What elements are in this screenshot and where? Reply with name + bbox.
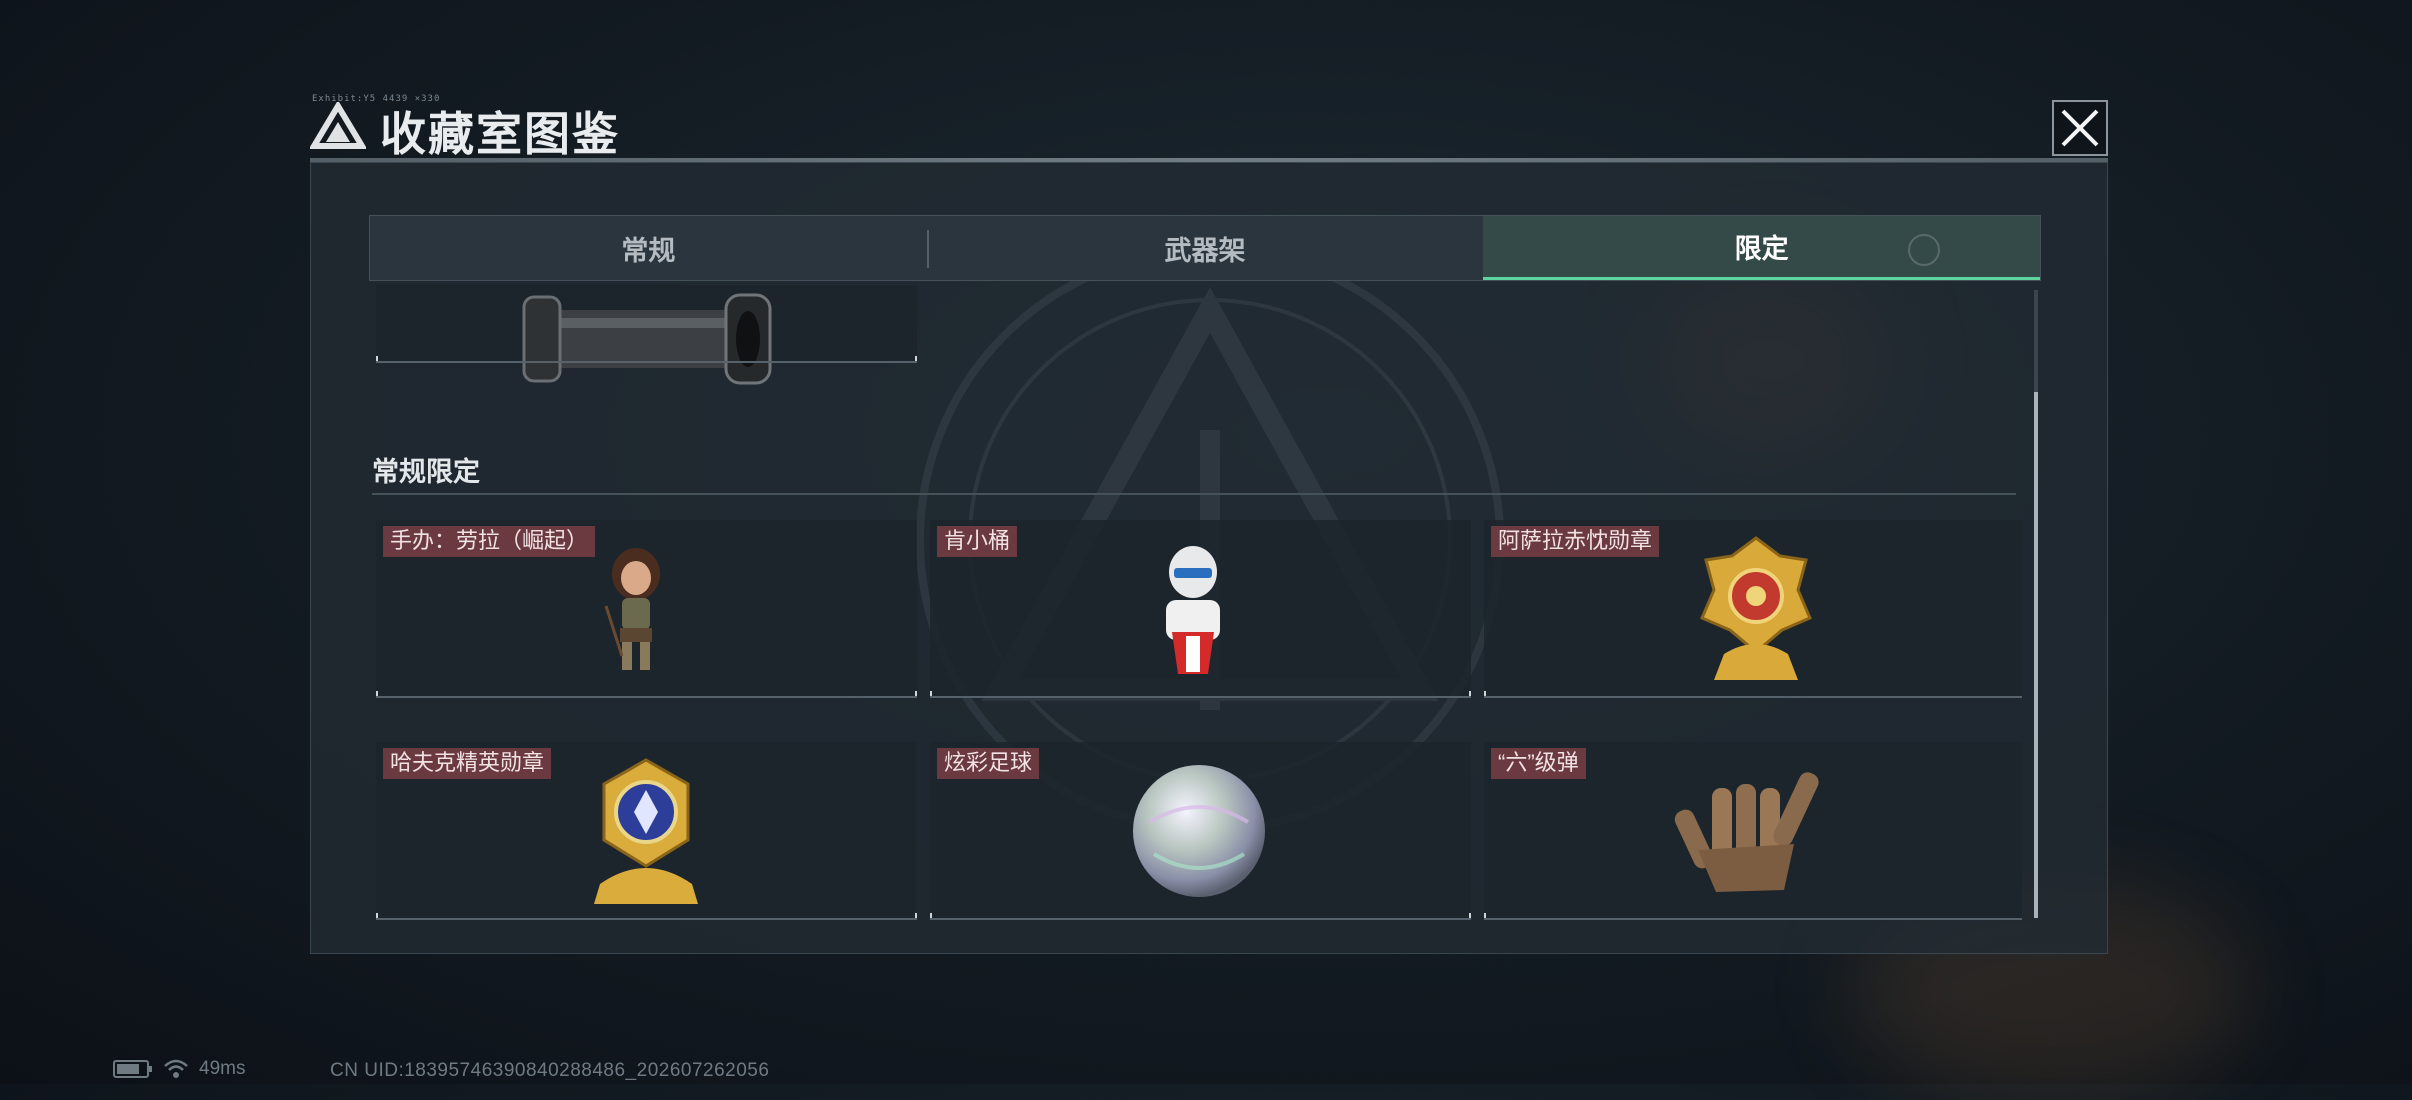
card-corner bbox=[376, 913, 383, 920]
ping-value: 49ms bbox=[199, 1058, 246, 1079]
window-title: 收藏室图鉴 bbox=[380, 108, 620, 160]
status-bar: 49ms bbox=[113, 1058, 245, 1080]
close-icon bbox=[2061, 109, 2099, 147]
collection-item-card[interactable]: 肯小桶 bbox=[930, 520, 1471, 698]
tab-weapon-rack[interactable]: 武器架 bbox=[926, 216, 1484, 280]
collection-item-card[interactable]: 手办：劳拉（崛起） bbox=[376, 520, 917, 698]
collection-item-card[interactable] bbox=[376, 285, 917, 385]
elite-badge-icon bbox=[594, 758, 698, 904]
scrollbar-thumb[interactable] bbox=[2034, 392, 2038, 918]
section-title: 常规限定 bbox=[372, 457, 480, 487]
collection-item-card[interactable]: 阿萨拉赤忱勋章 bbox=[1484, 520, 2022, 698]
item-label: 肯小桶 bbox=[937, 526, 1018, 557]
tab-label: 武器架 bbox=[1164, 235, 1246, 266]
item-label: 阿萨拉赤忱勋章 bbox=[1491, 526, 1660, 557]
player-uid: CN UID:18395746390840288486_202607262056 bbox=[330, 1060, 770, 1081]
card-corner bbox=[376, 356, 383, 363]
card-corner bbox=[376, 691, 383, 698]
card-corner bbox=[1484, 913, 1491, 920]
lara-figure-icon bbox=[604, 548, 660, 670]
card-corner bbox=[2018, 913, 2022, 920]
collection-scroll-area[interactable]: 常规限定 手办：劳拉（崛起） 肯小桶 阿萨拉赤忱勋章 哈夫克精英勋章 炫彩足球 … bbox=[372, 285, 2022, 920]
card-corner bbox=[910, 356, 917, 363]
tab-bar: 常规 武器架 限定 bbox=[369, 215, 2041, 281]
card-corner bbox=[1484, 691, 1491, 698]
tab-limited[interactable]: 限定 bbox=[1483, 216, 2041, 280]
close-button[interactable] bbox=[2052, 100, 2108, 156]
colonel-bucket-icon bbox=[1166, 546, 1220, 674]
card-corner bbox=[2018, 691, 2022, 698]
card-corner bbox=[930, 691, 937, 698]
card-corner bbox=[1464, 691, 1471, 698]
section-divider bbox=[372, 493, 2016, 495]
gold-medal-icon bbox=[1700, 536, 1812, 680]
item-label: “六”级弹 bbox=[1491, 748, 1586, 779]
cylinder-part-icon bbox=[522, 293, 772, 385]
card-corner bbox=[910, 691, 917, 698]
collection-item-card[interactable]: 炫彩足球 bbox=[930, 742, 1471, 920]
tab-regular[interactable]: 常规 bbox=[370, 216, 927, 280]
tab-label: 限定 bbox=[1734, 234, 1789, 264]
collection-item-card[interactable]: 哈夫克精英勋章 bbox=[376, 742, 917, 920]
battery-icon bbox=[113, 1060, 152, 1078]
bullet-hand-icon bbox=[1674, 772, 1819, 892]
window-header: Exhibit:Y5 4439 ×330 收藏室图鉴 bbox=[310, 92, 2110, 160]
item-label: 哈夫克精英勋章 bbox=[383, 748, 552, 779]
item-label: 炫彩足球 bbox=[937, 748, 1040, 779]
item-label: 手办：劳拉（崛起） bbox=[383, 526, 596, 557]
wifi-icon bbox=[164, 1059, 188, 1078]
iridescent-ball-icon bbox=[1133, 765, 1265, 897]
card-corner bbox=[1464, 913, 1471, 920]
card-corner bbox=[930, 913, 937, 920]
ring-decoration-icon bbox=[1908, 234, 1941, 266]
tab-label: 常规 bbox=[621, 235, 676, 266]
delta-logo-icon bbox=[310, 102, 366, 149]
card-corner bbox=[910, 913, 917, 920]
collection-item-card[interactable]: “六”级弹 bbox=[1484, 742, 2022, 920]
